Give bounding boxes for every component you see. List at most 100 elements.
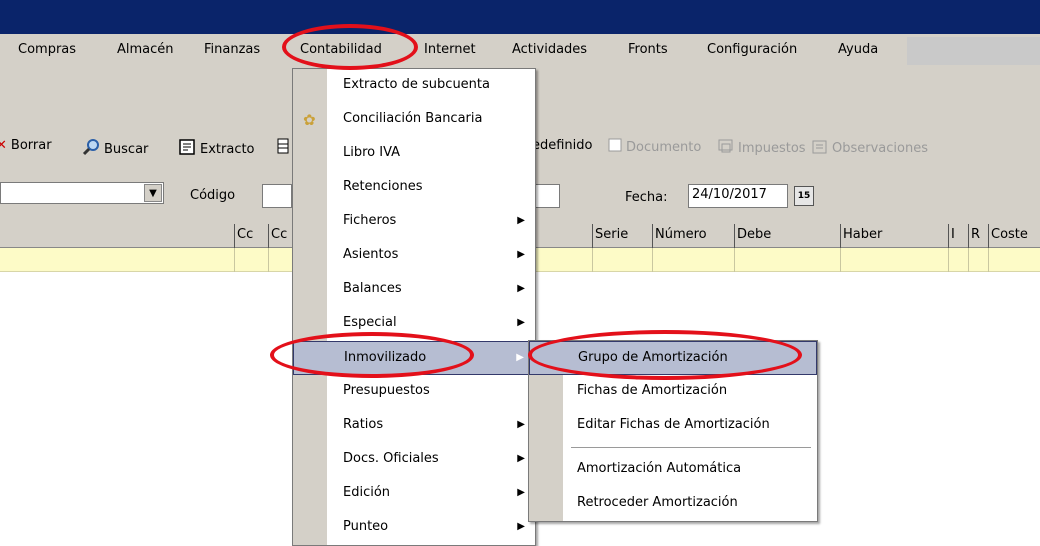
menu-item-label: Retroceder Amortización bbox=[577, 495, 738, 510]
col-header-serie[interactable]: Serie bbox=[592, 224, 652, 248]
inmovilizado-submenu: Grupo de Amortización Fichas de Amortiza… bbox=[528, 340, 818, 522]
menu-almacen[interactable]: Almacén bbox=[117, 42, 174, 57]
menu-item-label: Grupo de Amortización bbox=[578, 350, 728, 365]
menu-item-extracto-subcuenta[interactable]: Extracto de subcuenta bbox=[293, 69, 535, 103]
menu-item-edicion[interactable]: Edición ▶ bbox=[293, 477, 535, 511]
delete-icon: ✕ bbox=[0, 138, 7, 153]
menu-item-fichas-amortizacion[interactable]: Fichas de Amortización bbox=[529, 375, 817, 409]
menu-finanzas[interactable]: Finanzas bbox=[204, 42, 260, 57]
submenu-arrow-icon: ▶ bbox=[517, 249, 525, 260]
grid-cell-divider bbox=[268, 248, 269, 272]
menu-item-label: Editar Fichas de Amortización bbox=[577, 417, 770, 432]
observaciones-button[interactable]: Observaciones bbox=[812, 138, 928, 158]
menu-item-label: Conciliación Bancaria bbox=[343, 111, 483, 126]
grid-cell-divider bbox=[988, 248, 989, 272]
menu-item-especial[interactable]: Especial ▶ bbox=[293, 307, 535, 341]
menu-separator bbox=[571, 447, 811, 448]
menu-item-grupo-amortizacion[interactable]: Grupo de Amortización bbox=[529, 341, 817, 375]
grid-cell-divider bbox=[592, 248, 593, 272]
extracto-button[interactable]: Extracto bbox=[178, 138, 255, 160]
menu-item-punteo[interactable]: Punteo ▶ bbox=[293, 511, 535, 545]
menu-item-editar-fichas[interactable]: Editar Fichas de Amortización bbox=[529, 409, 817, 443]
col-header-numero[interactable]: Número bbox=[652, 224, 734, 248]
menu-item-label: Ficheros bbox=[343, 213, 397, 228]
menu-bar-filler bbox=[907, 37, 1040, 65]
title-bar bbox=[0, 0, 1040, 34]
col-header-r[interactable]: R bbox=[968, 224, 988, 248]
submenu-arrow-icon: ▶ bbox=[517, 453, 525, 464]
submenu-arrow-icon: ▶ bbox=[517, 317, 525, 328]
fecha-input[interactable]: 24/10/2017 bbox=[688, 184, 788, 208]
tax-icon bbox=[718, 138, 734, 158]
menu-actividades[interactable]: Actividades bbox=[512, 42, 587, 57]
submenu-arrow-icon: ▶ bbox=[517, 487, 525, 498]
menu-item-amortizacion-automatica[interactable]: Amortización Automática bbox=[529, 453, 817, 487]
menu-item-label: Presupuestos bbox=[343, 383, 430, 398]
codigo-label: Código bbox=[190, 188, 236, 203]
predefinido-button[interactable]: edefinido bbox=[532, 138, 593, 153]
fecha-label: Fecha: bbox=[625, 190, 668, 205]
menu-item-ficheros[interactable]: Ficheros ▶ bbox=[293, 205, 535, 239]
grid-cell-divider bbox=[948, 248, 949, 272]
calendar-icon[interactable]: 15 bbox=[794, 186, 814, 206]
grid-cell-divider bbox=[734, 248, 735, 272]
documento-label: Documento bbox=[626, 139, 702, 155]
menu-item-label: Punteo bbox=[343, 519, 389, 534]
menu-item-balances[interactable]: Balances ▶ bbox=[293, 273, 535, 307]
menu-item-label: Amortización Automática bbox=[577, 461, 742, 476]
menu-item-label: Inmovilizado bbox=[344, 350, 427, 365]
submenu-arrow-icon: ▶ bbox=[516, 352, 524, 363]
menu-compras[interactable]: Compras bbox=[18, 42, 76, 57]
account-combo[interactable]: ▼ bbox=[0, 182, 164, 204]
menu-item-label: Libro IVA bbox=[343, 145, 401, 160]
col-header-haber[interactable]: Haber bbox=[840, 224, 948, 248]
menu-item-label: Extracto de subcuenta bbox=[343, 77, 490, 92]
checkbox-icon bbox=[608, 138, 622, 156]
search-icon bbox=[82, 138, 100, 160]
menu-item-label: Edición bbox=[343, 485, 391, 500]
menu-item-label: Balances bbox=[343, 281, 402, 296]
submenu-arrow-icon: ▶ bbox=[517, 419, 525, 430]
menu-item-label: Asientos bbox=[343, 247, 399, 262]
notes-icon bbox=[812, 138, 828, 158]
menu-item-presupuestos[interactable]: Presupuestos bbox=[293, 375, 535, 409]
menu-bar: Compras Almacén Finanzas Contabilidad In… bbox=[0, 34, 1040, 68]
menu-internet[interactable]: Internet bbox=[424, 42, 476, 57]
contabilidad-menu: Extracto de subcuenta ✿ Conciliación Banc… bbox=[292, 68, 536, 546]
col-header-cc2[interactable]: Cc bbox=[268, 224, 292, 248]
observaciones-label: Observaciones bbox=[832, 140, 928, 156]
borrar-button[interactable]: ✕ Borrar bbox=[0, 138, 52, 153]
menu-configuracion[interactable]: Configuración bbox=[707, 42, 797, 57]
menu-item-docs-oficiales[interactable]: Docs. Oficiales ▶ bbox=[293, 443, 535, 477]
submenu-arrow-icon: ▶ bbox=[517, 521, 525, 532]
gear-icon: ✿ bbox=[303, 111, 316, 129]
col-header-cc[interactable]: Cc bbox=[234, 224, 268, 248]
submenu-arrow-icon: ▶ bbox=[517, 283, 525, 294]
predefinido-label: edefinido bbox=[532, 138, 593, 153]
menu-item-label: Fichas de Amortización bbox=[577, 383, 728, 398]
extracto-label: Extracto bbox=[200, 141, 255, 157]
menu-item-asientos[interactable]: Asientos ▶ bbox=[293, 239, 535, 273]
menu-item-retroceder-amortizacion[interactable]: Retroceder Amortización bbox=[529, 487, 817, 521]
col-header-coste[interactable]: Coste bbox=[988, 224, 1040, 248]
menu-item-conciliacion-bancaria[interactable]: ✿ Conciliación Bancaria bbox=[293, 103, 535, 137]
buscar-label: Buscar bbox=[104, 141, 149, 157]
grid-cell-divider bbox=[968, 248, 969, 272]
documento-button[interactable]: Documento bbox=[608, 138, 701, 156]
buscar-button[interactable]: Buscar bbox=[82, 138, 148, 160]
codigo-input[interactable] bbox=[262, 184, 292, 208]
menu-contabilidad[interactable]: Contabilidad bbox=[300, 42, 382, 57]
menu-item-label: Ratios bbox=[343, 417, 384, 432]
menu-item-libro-iva[interactable]: Libro IVA bbox=[293, 137, 535, 171]
impuestos-label: Impuestos bbox=[738, 140, 806, 156]
chevron-down-icon[interactable]: ▼ bbox=[144, 184, 162, 202]
menu-item-inmovilizado[interactable]: Inmovilizado ▶ bbox=[293, 341, 535, 375]
menu-item-retenciones[interactable]: Retenciones bbox=[293, 171, 535, 205]
menu-ayuda[interactable]: Ayuda bbox=[838, 42, 878, 57]
grid-icon[interactable] bbox=[277, 138, 289, 154]
menu-item-ratios[interactable]: Ratios ▶ bbox=[293, 409, 535, 443]
menu-fronts[interactable]: Fronts bbox=[628, 42, 668, 57]
impuestos-button[interactable]: Impuestos bbox=[718, 138, 806, 158]
col-header-i[interactable]: I bbox=[948, 224, 968, 248]
col-header-debe[interactable]: Debe bbox=[734, 224, 840, 248]
